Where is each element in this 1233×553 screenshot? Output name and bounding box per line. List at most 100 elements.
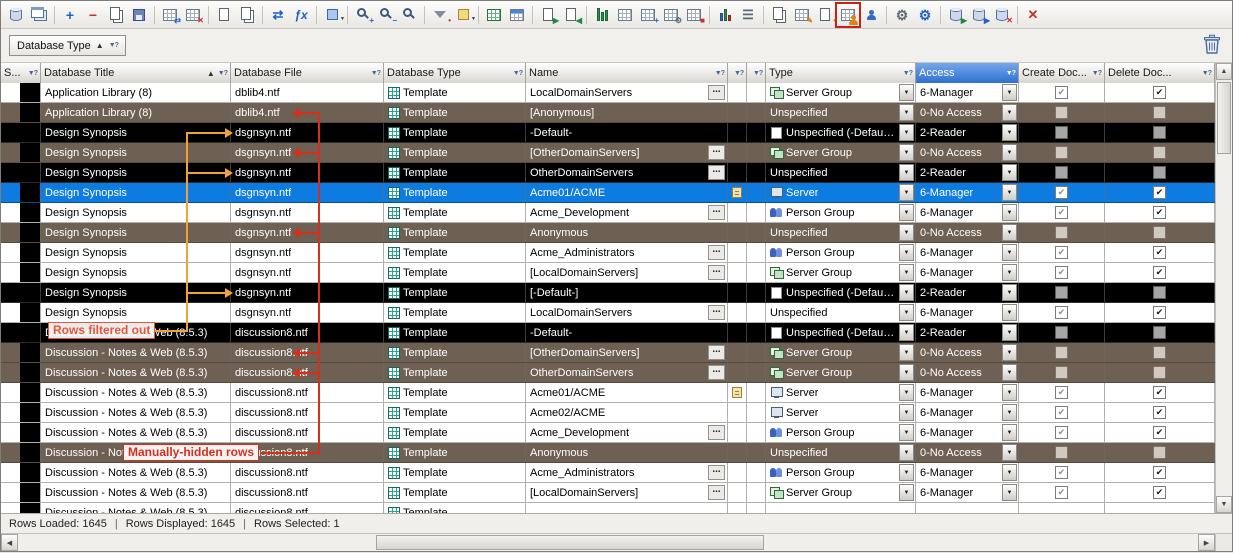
- cell-create[interactable]: ✔: [1019, 243, 1105, 262]
- cell-create[interactable]: [1019, 343, 1105, 362]
- cell-del[interactable]: [1105, 103, 1215, 122]
- column-filter-icon[interactable]: ▼?: [513, 70, 522, 77]
- cell-type[interactable]: Unspecified▼: [766, 163, 916, 182]
- cell-create[interactable]: ✔: [1019, 303, 1105, 322]
- swap-values-icon[interactable]: ⇄: [267, 4, 289, 26]
- table-row[interactable]: Application Library (8)dblib4.ntfTemplat…: [1, 103, 1215, 123]
- cell-name[interactable]: [-Default-]: [526, 283, 728, 302]
- zoom-out-icon[interactable]: −: [375, 4, 397, 26]
- table-row[interactable]: Discussion - Notes & Web (8.5.3)discussi…: [1, 483, 1215, 503]
- table-row[interactable]: Discussion - Notes & Web (8.5.3)discussi…: [1, 503, 1215, 513]
- data-grid-icon[interactable]: [483, 4, 505, 26]
- cell-title[interactable]: Design Synopsis: [41, 123, 231, 142]
- create-doc-checkbox[interactable]: ✔: [1055, 426, 1068, 439]
- access-dropdown-button[interactable]: ▼: [1002, 264, 1017, 281]
- column-settings-icon[interactable]: ⚙: [660, 4, 682, 26]
- table-row[interactable]: Design Synopsisdsgnsyn.ntfTemplate[Local…: [1, 263, 1215, 283]
- scroll-right-button[interactable]: ▶: [1198, 534, 1215, 551]
- cell-type[interactable]: Server▼: [766, 183, 916, 202]
- cell-n2[interactable]: [747, 243, 766, 262]
- create-doc-checkbox[interactable]: ✔: [1055, 266, 1068, 279]
- cell-access[interactable]: 6-Manager▼: [916, 423, 1019, 442]
- copy-entry-icon[interactable]: [105, 4, 127, 26]
- cell-file[interactable]: dsgnsyn.ntf: [231, 263, 384, 282]
- cell-row-indicator[interactable]: [1, 263, 41, 282]
- cell-type[interactable]: [766, 503, 916, 513]
- type-dropdown-button[interactable]: ▼: [899, 444, 914, 461]
- create-doc-checkbox[interactable]: ✔: [1055, 206, 1068, 219]
- cell-n2[interactable]: [747, 423, 766, 442]
- cell-name[interactable]: Acme01/ACME: [526, 383, 728, 402]
- cell-dbtype[interactable]: Template: [384, 403, 526, 422]
- zoom-reset-icon[interactable]: [398, 4, 420, 26]
- cell-n2[interactable]: [747, 463, 766, 482]
- cell-create[interactable]: [1019, 283, 1105, 302]
- cell-create[interactable]: ✔: [1019, 463, 1105, 482]
- ellipsis-button[interactable]: ...: [708, 365, 725, 380]
- group-filter-icon[interactable]: ▼?: [109, 42, 118, 49]
- type-dropdown-button[interactable]: ▼: [899, 284, 914, 301]
- scroll-down-button[interactable]: ▼: [1216, 496, 1232, 513]
- cell-dbtype[interactable]: Template: [384, 363, 526, 382]
- cell-title[interactable]: Discussion - Notes & Web (8.5.3): [41, 383, 231, 402]
- ellipsis-button[interactable]: ...: [708, 245, 725, 260]
- column-header-n2[interactable]: ▼?: [747, 63, 766, 83]
- cell-type[interactable]: Server Group▼: [766, 263, 916, 282]
- access-dropdown-button[interactable]: ▼: [1002, 204, 1017, 221]
- cell-del[interactable]: [1105, 343, 1215, 362]
- cell-title[interactable]: Design Synopsis: [41, 203, 231, 222]
- cell-row-indicator[interactable]: [1, 103, 41, 122]
- table-row[interactable]: Design Synopsisdsgnsyn.ntfTemplateAnonym…: [1, 223, 1215, 243]
- cell-file[interactable]: discussion8.ntf: [231, 383, 384, 402]
- cell-access[interactable]: 6-Manager▼: [916, 183, 1019, 202]
- table-row[interactable]: Discussion - Notes & Web (8.5.3)discussi…: [1, 443, 1215, 463]
- delete-doc-checkbox[interactable]: [1153, 126, 1166, 139]
- cell-type[interactable]: Server Group▼: [766, 143, 916, 162]
- access-dropdown-button[interactable]: ▼: [1002, 244, 1017, 261]
- cell-title[interactable]: Discussion - Notes & Web (8.5.3): [41, 323, 231, 342]
- cell-access[interactable]: 6-Manager▼: [916, 403, 1019, 422]
- cell-name[interactable]: [OtherDomainServers]...: [526, 143, 728, 162]
- cell-file[interactable]: discussion8.ntf: [231, 463, 384, 482]
- type-dropdown-button[interactable]: ▼: [899, 324, 914, 341]
- cell-row-indicator[interactable]: [1, 403, 41, 422]
- type-dropdown-button[interactable]: ▼: [899, 84, 914, 101]
- filter-rows-icon[interactable]: •: [429, 4, 451, 26]
- cell-dbtype[interactable]: Template: [384, 483, 526, 502]
- cell-type[interactable]: Person Group▼: [766, 423, 916, 442]
- cell-n2[interactable]: [747, 363, 766, 382]
- cell-n1[interactable]: [728, 343, 747, 362]
- cell-n1[interactable]: [728, 303, 747, 322]
- remove-column-icon[interactable]: ■: [683, 4, 705, 26]
- column-filter-icon[interactable]: ▼?: [1092, 70, 1101, 77]
- delete-doc-checkbox[interactable]: [1153, 286, 1166, 299]
- access-dropdown-button[interactable]: ▼: [1002, 124, 1017, 141]
- access-dropdown-button[interactable]: ▼: [1002, 144, 1017, 161]
- cell-access[interactable]: 0-No Access▼: [916, 363, 1019, 382]
- cell-name[interactable]: Acme02/ACME: [526, 403, 728, 422]
- cell-access[interactable]: 0-No Access▼: [916, 143, 1019, 162]
- ellipsis-button[interactable]: ...: [708, 465, 725, 480]
- access-dropdown-button[interactable]: ▼: [1002, 164, 1017, 181]
- cell-n2[interactable]: [747, 263, 766, 282]
- cell-access[interactable]: 0-No Access▼: [916, 443, 1019, 462]
- table-row[interactable]: Discussion - Notes & Web (8.5.3)discussi…: [1, 463, 1215, 483]
- cell-row-indicator[interactable]: [1, 143, 41, 162]
- cell-type[interactable]: Person Group▼: [766, 203, 916, 222]
- cell-file[interactable]: discussion8.ntf: [231, 363, 384, 382]
- cell-del[interactable]: ✔: [1105, 243, 1215, 262]
- delete-doc-checkbox[interactable]: ✔: [1153, 386, 1166, 399]
- cell-dbtype[interactable]: Template: [384, 203, 526, 222]
- cell-n2[interactable]: [747, 403, 766, 422]
- type-dropdown-button[interactable]: ▼: [899, 184, 914, 201]
- table-row[interactable]: Discussion - Notes & Web (8.5.3)discussi…: [1, 323, 1215, 343]
- cell-access[interactable]: 0-No Access▼: [916, 103, 1019, 122]
- cell-title[interactable]: Design Synopsis: [41, 183, 231, 202]
- cell-file[interactable]: dsgnsyn.ntf: [231, 123, 384, 142]
- cell-title[interactable]: Design Synopsis: [41, 143, 231, 162]
- type-dropdown-button[interactable]: ▼: [899, 404, 914, 421]
- cell-n1[interactable]: [728, 423, 747, 442]
- cell-row-indicator[interactable]: [1, 243, 41, 262]
- effective-access-icon[interactable]: [860, 4, 882, 26]
- cell-create[interactable]: ✔: [1019, 83, 1105, 102]
